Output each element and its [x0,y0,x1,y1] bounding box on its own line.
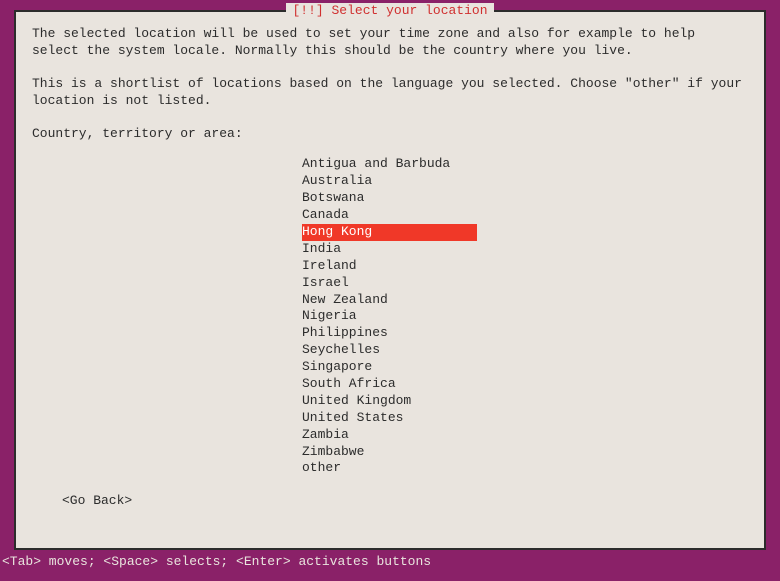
country-list[interactable]: Antigua and BarbudaAustraliaBotswanaCana… [302,156,748,477]
go-back-button[interactable]: <Go Back> [62,493,132,510]
description-paragraph-1: The selected location will be used to se… [32,26,748,60]
title-text: Select your location [331,3,487,18]
country-option[interactable]: United States [302,410,477,427]
country-option[interactable]: Botswana [302,190,477,207]
country-option[interactable]: other [302,460,477,477]
country-option[interactable]: South Africa [302,376,477,393]
country-option[interactable]: Ireland [302,258,477,275]
country-option[interactable]: New Zealand [302,292,477,309]
country-option[interactable]: India [302,241,477,258]
title-prefix: [!!] [292,3,331,18]
country-option[interactable]: Zimbabwe [302,444,477,461]
country-option[interactable]: Philippines [302,325,477,342]
country-option[interactable]: Seychelles [302,342,477,359]
country-option[interactable]: Canada [302,207,477,224]
country-option[interactable]: Hong Kong [302,224,477,241]
country-option[interactable]: Singapore [302,359,477,376]
location-dialog: [!!] Select your location The selected l… [14,10,766,550]
country-option[interactable]: Israel [302,275,477,292]
country-option[interactable]: Nigeria [302,308,477,325]
dialog-title: [!!] Select your location [286,3,493,20]
footer-hint: <Tab> moves; <Space> selects; <Enter> ac… [0,550,780,571]
description-paragraph-2: This is a shortlist of locations based o… [32,76,748,110]
country-option[interactable]: Zambia [302,427,477,444]
country-option[interactable]: Antigua and Barbuda [302,156,477,173]
country-option[interactable]: Australia [302,173,477,190]
country-option[interactable]: United Kingdom [302,393,477,410]
country-prompt: Country, territory or area: [32,126,748,143]
